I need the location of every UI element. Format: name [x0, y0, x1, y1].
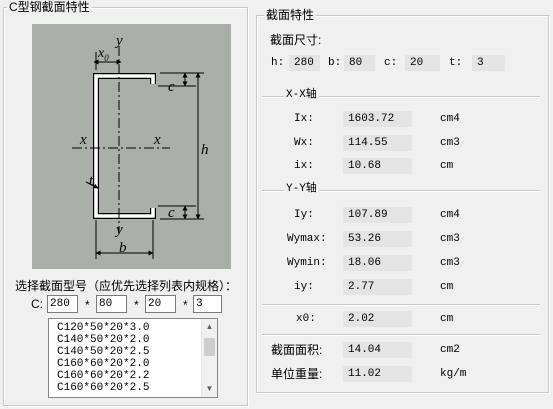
section-type-list[interactable]: C120*50*20*3.0 C140*50*20*2.0 C140*50*20… [48, 318, 218, 398]
area-unit: cm2 [440, 344, 460, 356]
list-item[interactable]: C160*60*20*2.5 [49, 382, 149, 394]
scroll-thumb[interactable] [204, 338, 215, 356]
list-scrollbar[interactable]: ▲ ▼ [201, 319, 217, 397]
area-label: 截面面积: [271, 343, 323, 357]
area-separator [262, 334, 540, 336]
right-group-title: 截面特性 [264, 8, 317, 22]
separator-3: * [183, 298, 188, 312]
wymax-label: Wymax: [287, 233, 327, 245]
wymin-value: 18.06 [343, 255, 412, 271]
section-size-label: 截面尺寸: [270, 33, 322, 47]
list-item[interactable]: C160*60*20*2.0 [49, 358, 149, 370]
iy-radius-value: 2.77 [343, 279, 412, 295]
b-input[interactable]: 80 [96, 295, 127, 313]
list-item[interactable]: C120*50*20*3.0 [49, 322, 149, 334]
area-value: 14.04 [343, 342, 412, 358]
wymax-value: 53.26 [343, 231, 412, 247]
x0-unit: cm [440, 313, 454, 325]
t-input[interactable]: 3 [193, 295, 222, 313]
left-group-title: C型钢截面特性 [7, 0, 92, 14]
iy-label: Iy: [294, 209, 314, 221]
diagram-label-h: h [201, 142, 209, 158]
ix-radius-value: 10.68 [343, 158, 412, 174]
wx-label: Wx: [294, 137, 314, 149]
x0-value: 2.02 [343, 311, 412, 327]
dim-c-value: 20 [405, 55, 440, 71]
diagram-label-c-top: c [168, 79, 175, 95]
x0-separator [262, 304, 540, 306]
diagram-label-c-bottom: c [168, 205, 175, 221]
dim-t-value: 3 [472, 55, 505, 71]
list-item[interactable]: C140*50*20*2.0 [49, 334, 149, 346]
scroll-down-arrow-icon[interactable]: ▼ [202, 381, 217, 397]
c-profile [93, 73, 156, 219]
dim-h-label: h: [271, 57, 285, 69]
x0-label: x0: [296, 313, 316, 325]
diagram-label-y-top: y [116, 33, 123, 49]
diagram-label-y-bottom: y [116, 222, 123, 238]
diagram-label-x-left: x [80, 132, 87, 148]
scroll-up-arrow-icon[interactable]: ▲ [202, 319, 217, 335]
wymin-label: Wymin: [287, 257, 327, 269]
dim-c-label: c: [384, 57, 398, 69]
list-item[interactable]: C140*50*20*2.5 [49, 346, 149, 358]
ix-radius-label: ix: [294, 160, 314, 172]
ix-value: 1603.72 [343, 111, 412, 127]
diagram-label-b: b [119, 240, 127, 256]
iy-unit: cm4 [440, 209, 460, 221]
section-properties-right-group [256, 15, 549, 393]
select-section-prompt: 选择截面型号（应优先选择列表内规格）： [15, 279, 238, 293]
yy-axis-title: Y-Y轴 [284, 182, 319, 196]
iy-radius-unit: cm [440, 281, 454, 293]
wymax-unit: cm3 [440, 233, 460, 245]
wx-value: 114.55 [343, 135, 412, 151]
separator-2: * [134, 298, 139, 312]
weight-label: 单位重量: [271, 367, 323, 381]
wymin-unit: cm3 [440, 257, 460, 269]
ix-unit: cm4 [440, 113, 460, 125]
dim-b-value: 80 [344, 55, 375, 71]
iy-value: 107.89 [343, 207, 412, 223]
ix-label: Ix: [294, 113, 314, 125]
dim-b-label: b: [328, 57, 342, 69]
dim-h-value: 280 [289, 55, 320, 71]
c-prefix-label: C: [31, 297, 43, 311]
separator-1: * [85, 298, 90, 312]
ix-radius-unit: cm [440, 160, 454, 172]
wx-unit: cm3 [440, 137, 460, 149]
dim-t-label: t: [449, 57, 463, 69]
diagram-label-x-right: x [154, 132, 161, 148]
xx-axis-title: X-X轴 [284, 88, 319, 102]
weight-value: 11.02 [343, 366, 412, 382]
c-input[interactable]: 20 [145, 295, 176, 313]
list-item[interactable]: C160*60*20*2.2 [49, 370, 149, 382]
h-input[interactable]: 280 [47, 295, 78, 313]
diagram-label-x0: x0 [98, 46, 109, 63]
c-section-diagram: y x0 c x x h t c y b [32, 24, 231, 269]
weight-unit: kg/m [440, 368, 467, 380]
iy-radius-label: iy: [294, 281, 314, 293]
diagram-label-t: t [89, 173, 94, 189]
